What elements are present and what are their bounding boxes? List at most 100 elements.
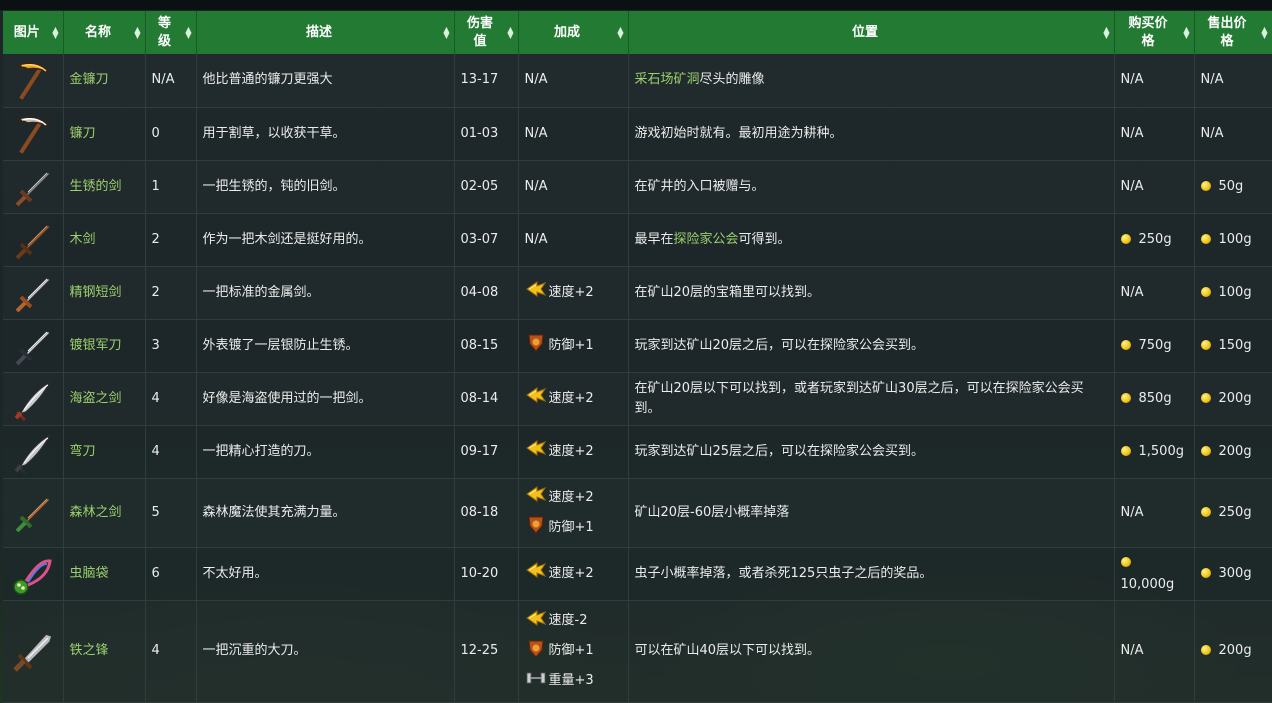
weapon-bonus: 速度+2	[518, 425, 629, 479]
bonus-entry: 速度+2	[525, 278, 622, 308]
weapon-buy-price: N/A	[1114, 107, 1195, 161]
sort-icon[interactable]: ▲ ▼	[507, 25, 513, 39]
weapon-name-link[interactable]: 生锈的剑	[70, 179, 122, 194]
sort-icon[interactable]: ▲ ▼	[443, 25, 449, 39]
defense-icon	[525, 638, 549, 665]
location-link[interactable]: 探险家公会	[674, 232, 739, 247]
weapon-damage: 08-18	[454, 478, 519, 548]
location-text: 在矿山20层的宝箱里可以找到。	[634, 284, 821, 300]
sort-icon[interactable]: ▲ ▼	[185, 25, 191, 39]
column-header-location[interactable]: 位置 ▲ ▼	[628, 11, 1115, 54]
gold-coin-icon	[1200, 645, 1211, 655]
wiki-page: 图片 ▲ ▼ 名称 ▲ ▼ 等级 ▲ ▼ 描述 ▲ ▼ 伤害值 ▲ ▼ 加成 ▲ ▼ 位置 ▲ ▼ 购买价格…	[0, 0, 1272, 703]
weapon-description: 一把精心打造的刀。	[196, 425, 455, 479]
weapon-bonus: N/A	[518, 160, 629, 214]
column-header-name[interactable]: 名称 ▲ ▼	[63, 11, 146, 54]
weapon-image	[3, 160, 64, 214]
sort-icon[interactable]: ▲ ▼	[1261, 25, 1267, 39]
weapon-name-link[interactable]: 弯刀	[70, 444, 96, 459]
table-row: 金镰刀 N/A 他比普通的镰刀更强大 13-17 N/A 采石场矿洞尽头的雕像 …	[3, 54, 1272, 108]
table-row: 铁之锋 4 一把沉重的大刀。 12-25 速度-2 防御+1 重量+3 可以在矿山4…	[3, 600, 1272, 703]
column-header-label: 伤害	[466, 15, 493, 31]
bonus-text: 防御+1	[548, 643, 594, 658]
weapon-location: 最早在探险家公会可得到。	[628, 213, 1115, 267]
weapon-name-link[interactable]: 镀银军刀	[70, 338, 122, 353]
sell-price: 300g	[1200, 566, 1252, 581]
bonus-text: 速度+2	[548, 284, 594, 300]
buy-price: 250g	[1120, 232, 1172, 247]
weapon-damage: 08-14	[454, 372, 519, 426]
weapon-name-link[interactable]: 镰刀	[70, 126, 96, 141]
column-header-description[interactable]: 描述 ▲ ▼	[196, 11, 455, 54]
weapon-name-cell: 镀银军刀	[63, 319, 146, 373]
weapon-name-link[interactable]: 铁之锋	[70, 643, 109, 658]
weapon-sell-price: 200g	[1194, 600, 1272, 703]
weapon-description: 用于割草，以收获干草。	[196, 107, 455, 161]
column-header-label: 格	[1220, 33, 1234, 49]
sell-price: 200g	[1200, 391, 1252, 406]
sort-icon[interactable]: ▲ ▼	[134, 25, 140, 39]
location-text: 游戏初始时就有。最初用途为耕种。	[634, 125, 843, 141]
price-value: 150g	[1218, 337, 1252, 353]
bonus-text: 速度+2	[548, 489, 594, 505]
weapon-buy-price: N/A	[1114, 266, 1195, 320]
defense-icon	[525, 514, 549, 541]
bonus-entry: 速度-2	[525, 606, 622, 636]
sell-price: N/A	[1200, 125, 1224, 141]
weapon-name-cell: 海盗之剑	[63, 372, 146, 426]
weapon-image	[3, 478, 64, 548]
column-header-sell-price[interactable]: 售出价格 ▲ ▼	[1194, 11, 1272, 54]
sell-price: 100g	[1200, 232, 1252, 247]
buy-price: N/A	[1120, 504, 1144, 520]
weapon-name-cell: 弯刀	[63, 425, 146, 479]
table-row: 镰刀 0 用于割草，以收获干草。 01-03 N/A 游戏初始时就有。最初用途为…	[3, 107, 1272, 161]
weapon-level: 3	[145, 319, 197, 373]
location-link[interactable]: 采石场矿洞	[635, 72, 700, 87]
weapon-image	[3, 600, 64, 703]
weapon-level: 1	[145, 160, 197, 214]
weapon-name-cell: 木剑	[63, 213, 146, 267]
price-value: 100g	[1218, 284, 1252, 300]
sort-icon[interactable]: ▲ ▼	[617, 25, 623, 39]
cutlass-icon	[3, 429, 63, 475]
weapon-description: 森林魔法使其充满力量。	[196, 478, 455, 548]
column-header-image[interactable]: 图片 ▲ ▼	[3, 11, 64, 54]
column-header-damage[interactable]: 伤害值 ▲ ▼	[454, 11, 519, 54]
location-text: 玩家到达矿山25层之后，可以在探险家公会买到。	[634, 443, 925, 459]
location-text: 在矿山20层以下可以找到，或者玩家到达矿山30层之后，可以在探险家公会买到。	[634, 380, 1084, 416]
weapon-location: 玩家到达矿山20层之后，可以在探险家公会买到。	[628, 319, 1115, 373]
weapon-damage: 09-17	[454, 425, 519, 479]
column-header-bonus[interactable]: 加成 ▲ ▼	[518, 11, 629, 54]
weapon-name-link[interactable]: 森林之剑	[70, 505, 122, 520]
weapon-bonus: 速度+2	[518, 547, 629, 601]
weapon-name-link[interactable]: 虫脑袋	[70, 566, 109, 581]
weapon-image	[3, 54, 64, 108]
weapon-name-link[interactable]: 海盗之剑	[70, 391, 122, 406]
bonus-text: N/A	[524, 72, 548, 88]
sort-icon[interactable]: ▲ ▼	[1103, 25, 1109, 39]
bonus-text: 重量+3	[548, 673, 594, 688]
gold-coin-icon	[1200, 445, 1211, 456]
table-row: 海盗之剑 4 好像是海盗使用过的一把剑。 08-14 速度+2 在矿山20层以下…	[3, 372, 1272, 426]
weapon-name-link[interactable]: 精钢短剑	[70, 285, 122, 300]
weapon-damage: 04-08	[454, 266, 519, 320]
weapon-name-link[interactable]: 木剑	[70, 232, 96, 247]
price-value: 250g	[1218, 504, 1252, 520]
sort-icon[interactable]: ▲ ▼	[52, 25, 58, 39]
weapon-name-link[interactable]: 金镰刀	[70, 72, 109, 87]
price-value: 200g	[1218, 643, 1252, 658]
speed-icon	[525, 608, 549, 635]
speed-icon	[525, 484, 549, 511]
weapon-image	[3, 425, 64, 479]
weapon-buy-price: N/A	[1114, 600, 1195, 703]
insect-head-icon	[3, 551, 63, 597]
weapon-description: 作为一把木剑还是挺好用的。	[196, 213, 455, 267]
column-header-buy-price[interactable]: 购买价格 ▲ ▼	[1114, 11, 1195, 54]
location-text: 尽头的雕像	[699, 72, 765, 88]
sort-icon[interactable]: ▲ ▼	[1183, 25, 1189, 39]
buy-price: N/A	[1120, 284, 1144, 300]
column-header-level[interactable]: 等级 ▲ ▼	[145, 11, 197, 54]
gold-coin-icon	[1200, 392, 1211, 403]
location-text: 可得到。	[738, 231, 791, 247]
golden-scythe-icon	[3, 57, 63, 103]
